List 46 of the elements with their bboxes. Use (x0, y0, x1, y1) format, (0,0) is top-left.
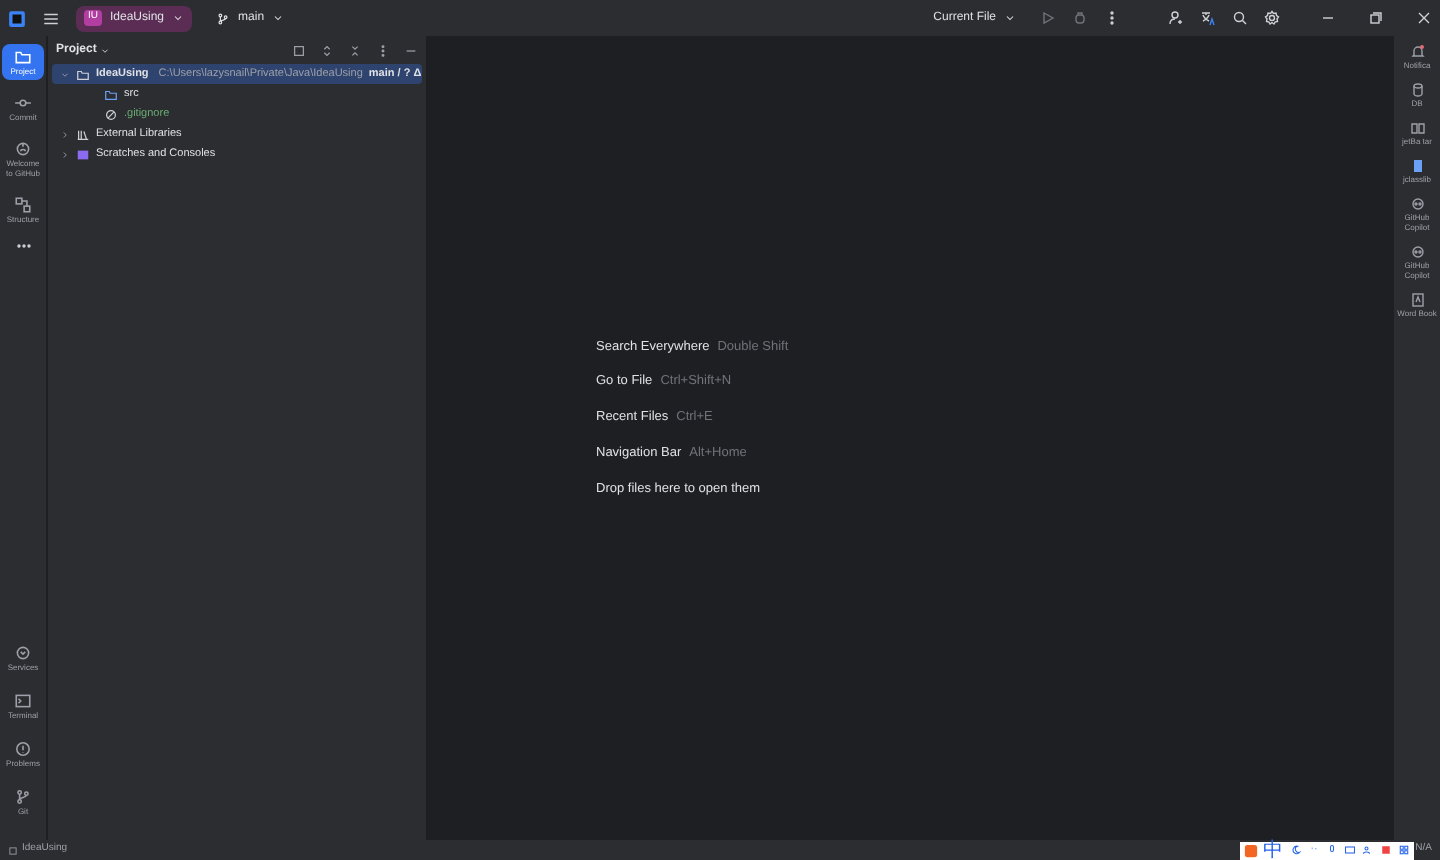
tool-icon (14, 196, 32, 214)
tool-icon (1409, 120, 1425, 136)
tool-icon (1409, 82, 1425, 98)
scratches-icon (76, 147, 90, 161)
tool-icon (1409, 292, 1425, 308)
menu-icon[interactable] (42, 9, 60, 27)
tool-icon (14, 644, 32, 662)
tool-icon (1409, 244, 1425, 260)
ime-toolbar[interactable]: 中 (1239, 841, 1414, 859)
square-icon (8, 845, 18, 855)
ime-mode[interactable]: 中 (1263, 841, 1284, 859)
ime-logo-icon (1243, 843, 1258, 857)
restore-icon[interactable] (1368, 10, 1384, 26)
library-icon (76, 127, 90, 141)
tool-icon (14, 94, 32, 112)
tool-icon (14, 740, 32, 758)
collapse-icon[interactable] (348, 43, 362, 57)
locate-icon[interactable] (292, 43, 306, 57)
tool-icon (14, 48, 32, 66)
chevron-down-icon (1004, 12, 1016, 24)
translate-icon[interactable] (1200, 10, 1216, 26)
tool-icon (14, 692, 32, 710)
expand-icon[interactable] (320, 43, 334, 57)
ignored-file-icon (104, 107, 118, 121)
chevron-down-icon (60, 69, 70, 79)
ime-tool-icon[interactable] (1361, 844, 1374, 856)
search-icon[interactable] (1232, 10, 1248, 26)
tool-icon (1409, 196, 1425, 212)
ime-tool-icon[interactable] (1289, 844, 1302, 856)
branch-icon (216, 11, 231, 25)
more-icon[interactable] (15, 238, 31, 254)
tool-icon (14, 140, 32, 158)
tool-icon (1409, 158, 1425, 174)
more-icon[interactable] (1104, 10, 1120, 26)
chevron-down-icon (172, 12, 185, 24)
settings-icon[interactable] (1264, 10, 1280, 26)
debug-icon[interactable] (1072, 10, 1088, 26)
more-icon[interactable] (376, 43, 390, 57)
tool-icon (1409, 44, 1425, 60)
add-user-icon[interactable] (1168, 10, 1184, 26)
run-icon[interactable] (1040, 10, 1056, 26)
app-logo-icon (8, 9, 26, 27)
close-icon[interactable] (1416, 10, 1432, 26)
chevron-down-icon (100, 45, 111, 55)
tool-icon (14, 788, 32, 806)
chevron-down-icon (272, 12, 285, 24)
